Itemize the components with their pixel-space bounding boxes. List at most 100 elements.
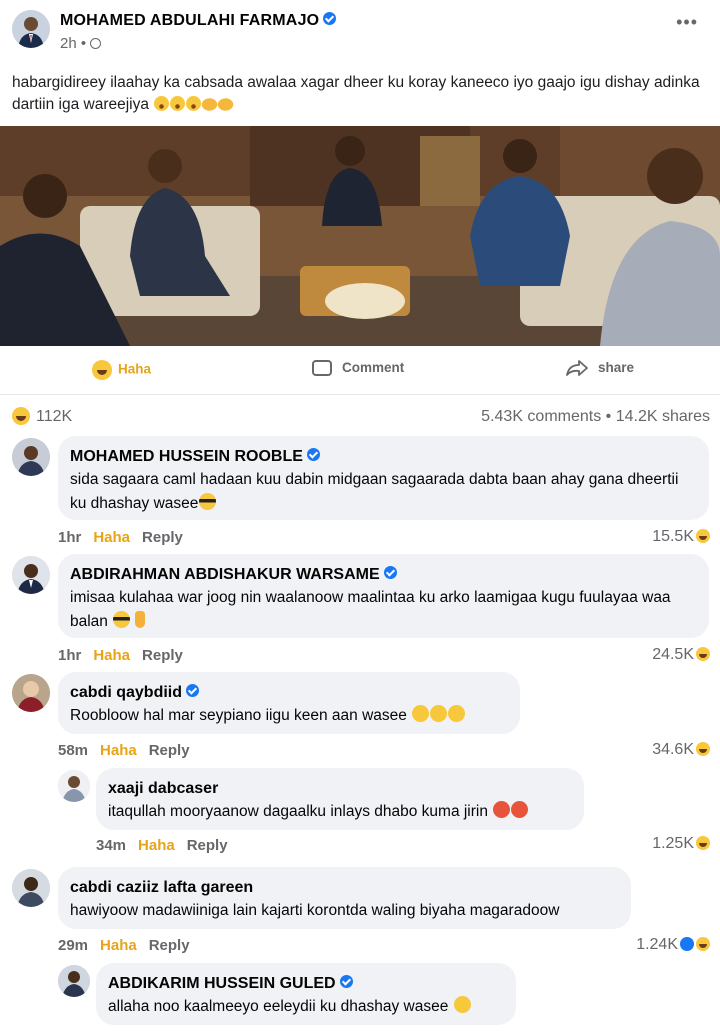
crying-emoji-icon: [170, 96, 186, 112]
author-avatar[interactable]: [12, 10, 50, 48]
comment-bubble: MOHAMED HUSSEIN ROOBLE sida sagaara caml…: [58, 436, 709, 520]
comment-reaction-count-text: 34.6K: [652, 741, 694, 758]
comment-time[interactable]: 34m: [96, 837, 126, 854]
comment-bubble: ABDIKARIM HUSSEIN GULED allaha noo kaalm…: [96, 963, 516, 1025]
verified-badge-icon: [323, 12, 337, 26]
post-body: habargidireey ilaahay ka cabsada awalaa …: [12, 74, 700, 113]
comment-reaction-count[interactable]: 34.6K: [652, 741, 710, 759]
divider: [0, 394, 720, 395]
comment-reply-button[interactable]: Reply: [187, 837, 228, 854]
clapping-emoji-icon: [216, 95, 236, 114]
comment-body: Roobloow hal mar seypiano iigu keen aan …: [70, 707, 407, 724]
haha-icon: [92, 360, 112, 380]
commenter-name[interactable]: cabdi qaybdiid: [70, 682, 506, 704]
share-icon: [566, 360, 588, 377]
comment-body: allaha noo kaalmeeyo eeleydii ku dhashay…: [108, 998, 449, 1015]
comment-label: Comment: [342, 360, 405, 375]
verified-badge-icon: [306, 448, 320, 462]
comment-footer: 1hr Haha Reply: [58, 647, 183, 664]
post-meta: 2h •: [60, 35, 102, 52]
comment-time[interactable]: 1hr: [58, 529, 81, 546]
haha-reaction-icon: [696, 835, 710, 850]
haha-button[interactable]: Haha: [92, 360, 151, 380]
commenter-name-text: ABDIKARIM HUSSEIN GULED: [108, 975, 336, 992]
comment-icon: [312, 360, 332, 377]
haha-reaction-icon: [696, 741, 710, 756]
comment-haha-button[interactable]: Haha: [100, 742, 137, 759]
reaction-count[interactable]: 112K: [12, 407, 73, 426]
comment-text: hawiyoow madawiiniga lain kajarti koront…: [70, 899, 617, 923]
share-button[interactable]: share: [566, 360, 635, 377]
haha-reaction-icon: [696, 528, 710, 543]
comment-reply-button[interactable]: Reply: [149, 742, 190, 759]
like-reaction-icon: [680, 936, 694, 951]
commenter-name[interactable]: ABDIKARIM HUSSEIN GULED: [108, 973, 502, 995]
comment-body: imisaa kulahaa war joog nin waalanoow ma…: [70, 589, 671, 630]
comment-reaction-count[interactable]: 1.24K: [636, 936, 710, 954]
commenter-name[interactable]: cabdi caziiz lafta gareen: [70, 877, 617, 899]
comment-footer: 29m Haha Reply: [58, 937, 190, 954]
post-time[interactable]: 2h: [60, 35, 77, 52]
commenter-name[interactable]: xaaji dabcaser: [108, 778, 570, 800]
comment-text: Roobloow hal mar seypiano iigu keen aan …: [70, 704, 506, 728]
comment-haha-button[interactable]: Haha: [100, 937, 137, 954]
post-text: habargidireey ilaahay ka cabsada awalaa …: [12, 72, 712, 116]
commenter-avatar[interactable]: [12, 869, 50, 907]
comment-time[interactable]: 29m: [58, 937, 88, 954]
commenter-avatar[interactable]: [58, 965, 90, 997]
commenter-name-text: xaaji dabcaser: [108, 780, 219, 797]
haha-reaction-icon: [696, 936, 710, 951]
commenter-avatar[interactable]: [12, 556, 50, 594]
comment-reaction-count[interactable]: 24.5K: [652, 646, 710, 664]
laughing-emoji-icon: [412, 705, 430, 723]
comment-haha-button[interactable]: Haha: [138, 837, 175, 854]
comment-bubble: cabdi caziiz lafta gareen hawiyoow madaw…: [58, 867, 631, 929]
comment-reaction-count-text: 1.24K: [636, 936, 678, 953]
comment-haha-button[interactable]: Haha: [93, 647, 130, 664]
comment-reaction-count-text: 24.5K: [652, 646, 694, 663]
comment-reply-button[interactable]: Reply: [149, 937, 190, 954]
commenter-avatar[interactable]: [12, 674, 50, 712]
comment-text: itaqullah mooryaanow dagaalku inlays dha…: [108, 800, 570, 824]
comment-footer: 1hr Haha Reply: [58, 529, 183, 546]
sunglasses-emoji-icon: [113, 611, 131, 629]
comment-time[interactable]: 58m: [58, 742, 88, 759]
commenter-name-text: ABDIRAHMAN ABDISHAKUR WARSAME: [70, 566, 380, 583]
post-photo[interactable]: [0, 126, 720, 346]
comment-haha-button[interactable]: Haha: [93, 529, 130, 546]
share-label: share: [598, 360, 635, 375]
commenter-avatar[interactable]: [58, 770, 90, 802]
commenter-name[interactable]: ABDIRAHMAN ABDISHAKUR WARSAME: [70, 564, 695, 586]
comment-body: itaqullah mooryaanow dagaalku inlays dha…: [108, 803, 488, 820]
haha-reaction-icon: [12, 407, 30, 425]
post-stats: 112K 5.43K comments • 14.2K shares: [0, 406, 720, 430]
smiling-emoji-icon: [453, 996, 471, 1014]
commenter-name-text: cabdi qaybdiid: [70, 684, 183, 701]
commenter-avatar[interactable]: [12, 438, 50, 476]
comment-body: sida sagaara caml hadaan kuu dabin midga…: [70, 471, 679, 512]
comment-text: sida sagaara caml hadaan kuu dabin midga…: [70, 468, 695, 516]
haha-reaction-icon: [696, 646, 710, 661]
author-name[interactable]: MOHAMED ABDULAHI FARMAJO: [60, 12, 337, 30]
comment-time[interactable]: 1hr: [58, 647, 81, 664]
comment-reply-button[interactable]: Reply: [142, 647, 183, 664]
commenter-name[interactable]: MOHAMED HUSSEIN ROOBLE: [70, 446, 695, 468]
crying-emoji-icon: [186, 96, 202, 112]
comment-button[interactable]: Comment: [312, 360, 720, 377]
sunglasses-emoji-icon: [199, 493, 217, 511]
comment-reaction-count[interactable]: 15.5K: [652, 528, 710, 546]
globe-icon: [90, 37, 102, 49]
laughing-emoji-icon: [430, 705, 448, 723]
verified-badge-icon: [339, 975, 353, 989]
comment-reaction-count-text: 1.25K: [652, 835, 694, 852]
comments-shares-count[interactable]: 5.43K comments • 14.2K shares: [481, 408, 710, 426]
haha-label: Haha: [118, 361, 152, 377]
comment-reply-button[interactable]: Reply: [142, 529, 183, 546]
comment-reaction-count-text: 15.5K: [652, 528, 694, 545]
comment-bubble: ABDIRAHMAN ABDISHAKUR WARSAME imisaa kul…: [58, 554, 709, 638]
comment-text: imisaa kulahaa war joog nin waalanoow ma…: [70, 586, 695, 634]
more-options-icon[interactable]: •••: [676, 12, 698, 33]
comment-reaction-count[interactable]: 1.25K: [652, 835, 710, 853]
comment-text: allaha noo kaalmeeyo eeleydii ku dhashay…: [108, 995, 502, 1019]
reaction-count-text: 112K: [36, 408, 73, 426]
